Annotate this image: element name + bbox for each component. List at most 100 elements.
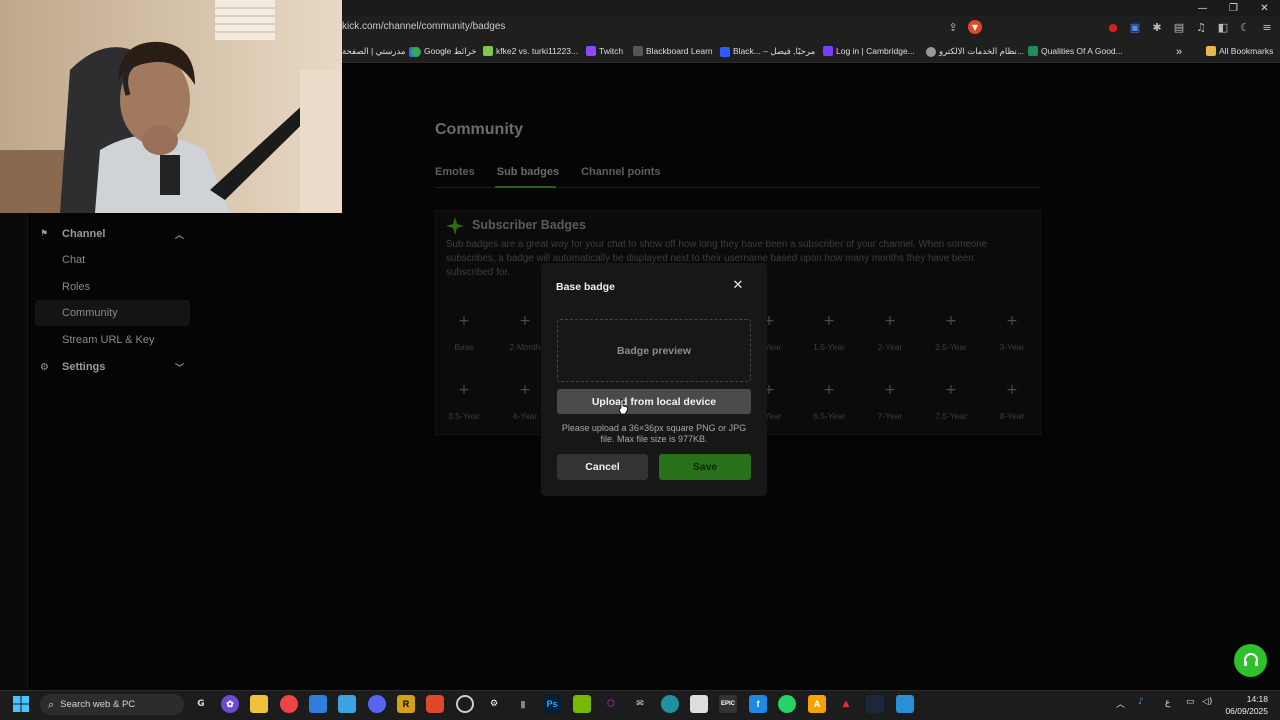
sidebar-item-channel[interactable]: ⚑ Channel ︿ xyxy=(40,227,190,241)
bookmark-item[interactable]: Black... – مرحبًا, فيصل xyxy=(720,46,815,57)
media-icon[interactable]: ♫ xyxy=(1194,20,1208,34)
tab-sub-badges[interactable]: Sub badges xyxy=(497,166,559,178)
bookmark-item[interactable]: Twitch xyxy=(586,46,623,56)
badge-slot[interactable]: +1.5-Year xyxy=(799,312,859,352)
share-icon[interactable]: ⇪ xyxy=(946,20,960,34)
microphone-icon[interactable]: ♪ xyxy=(1138,697,1144,707)
sidebar-item-chat[interactable]: Chat xyxy=(62,254,85,266)
rockstar-icon[interactable]: R xyxy=(397,695,415,713)
bookmark-item[interactable]: Qualities Of A Good... xyxy=(1028,46,1123,56)
clock-app-icon[interactable] xyxy=(456,695,474,713)
upload-hint: Please upload a 36×36px square PNG or JP… xyxy=(561,423,747,444)
warning-app-icon[interactable]: ▲ xyxy=(837,695,855,713)
chevron-up-icon: ︿ xyxy=(175,230,185,241)
plus-icon: + xyxy=(519,382,531,398)
sidebar-item-roles[interactable]: Roles xyxy=(62,281,90,293)
bookmark-item[interactable]: Google خرائط xyxy=(411,46,477,57)
steam-icon[interactable]: ⚙ xyxy=(485,695,503,713)
badge-slot-label: 2-Year xyxy=(877,342,903,352)
badge-slot[interactable]: +8-Year xyxy=(982,381,1042,421)
badge-slot[interactable]: +3-Year xyxy=(982,312,1042,352)
discord-icon[interactable] xyxy=(368,695,386,713)
sidebar-item-stream-url-key[interactable]: Stream URL & Key xyxy=(62,334,155,346)
ublock-icon[interactable]: ● xyxy=(1106,20,1120,34)
nvidia-icon[interactable] xyxy=(573,695,591,713)
tray-chevron-up-icon[interactable]: ︿ xyxy=(1116,697,1125,710)
hand-cursor-icon xyxy=(619,399,628,414)
photos-icon[interactable] xyxy=(690,695,708,713)
all-bookmarks-button[interactable]: All Bookmarks xyxy=(1206,46,1273,56)
badge-preview: Badge preview xyxy=(557,319,751,382)
page-title: Community xyxy=(435,121,523,138)
sidebar-item-community[interactable]: Community xyxy=(35,300,190,326)
restore-button[interactable]: ❐ xyxy=(1218,0,1249,16)
chevron-down-icon: ﹀ xyxy=(175,363,185,374)
edge-icon[interactable] xyxy=(661,695,679,713)
epic-games-icon[interactable]: EPIC xyxy=(719,695,737,713)
translate-icon[interactable]: ▣ xyxy=(1128,20,1142,34)
bookmark-item[interactable]: kfke2 vs. turki11223... xyxy=(483,46,578,56)
badge-slot-label: 1.5-Year xyxy=(813,342,845,352)
close-window-button[interactable]: ✕ xyxy=(1249,0,1280,16)
file-explorer-icon[interactable] xyxy=(250,695,268,713)
copilot-icon[interactable]: G xyxy=(192,695,210,713)
windows-start-icon[interactable] xyxy=(13,696,29,712)
app-icon[interactable]: ▮ xyxy=(514,695,532,713)
facebook-icon[interactable]: f xyxy=(749,695,767,713)
tab-channel-points[interactable]: Channel points xyxy=(581,166,660,178)
plus-icon: + xyxy=(823,382,835,398)
chrome-icon[interactable] xyxy=(280,695,298,713)
store-icon[interactable] xyxy=(309,695,327,713)
minimize-button[interactable]: — xyxy=(1187,0,1218,16)
modal-title: Base badge xyxy=(556,281,615,293)
badge-slot-label: 3-Year xyxy=(999,342,1025,352)
brave-icon[interactable] xyxy=(426,695,444,713)
plus-icon: + xyxy=(945,313,957,329)
badge-slot-label: 6.5-Year xyxy=(813,411,845,421)
badge-slot[interactable]: +2.5-Year xyxy=(921,312,981,352)
badge-slot[interactable]: + Base xyxy=(434,312,494,352)
extensions-puzzle-icon[interactable]: ✱ xyxy=(1150,20,1164,34)
mail-icon[interactable]: ✉ xyxy=(631,695,649,713)
cancel-button[interactable]: Cancel xyxy=(557,454,648,480)
plus-icon: + xyxy=(884,313,896,329)
photoshop-icon[interactable]: Ps xyxy=(543,695,561,713)
url-field[interactable]: kick.com/channel/community/badges xyxy=(342,21,505,32)
headset-icon xyxy=(1243,652,1258,666)
bookmark-item[interactable]: نظام الخدمات الالكترو... xyxy=(926,46,1024,57)
language-indicator[interactable]: ع xyxy=(1165,697,1170,708)
badge-slot[interactable]: +3.5-Year xyxy=(434,381,494,421)
support-chat-button[interactable] xyxy=(1234,644,1267,677)
badge-slot-label: 7.5-Year xyxy=(935,411,967,421)
badge-slot[interactable]: +2-Year xyxy=(860,312,920,352)
badge-slot[interactable]: +7-Year xyxy=(860,381,920,421)
bookmark-item[interactable]: مدرستي | الصفحة xyxy=(342,46,419,57)
tab-emotes[interactable]: Emotes xyxy=(435,166,475,178)
upload-button[interactable]: Upload from local device xyxy=(557,389,751,414)
app-blue-icon[interactable] xyxy=(896,695,914,713)
volume-icon[interactable]: ◁) xyxy=(1202,697,1212,707)
taskbar-search[interactable]: ⌕ Search web & PC xyxy=(40,694,184,715)
bookmark-item[interactable]: Log in | Cambridge... xyxy=(823,46,915,56)
app-flower-icon[interactable]: ✿ xyxy=(221,695,239,713)
leo-icon[interactable]: ☾ xyxy=(1238,20,1252,34)
notepad-icon[interactable] xyxy=(338,695,356,713)
save-button[interactable]: Save xyxy=(659,454,751,480)
badge-slot[interactable]: +6.5-Year xyxy=(799,381,859,421)
whatsapp-icon[interactable] xyxy=(778,695,796,713)
sidebar-item-settings[interactable]: ⚙ Settings ﹀ xyxy=(40,360,190,374)
badge-slot[interactable]: +7.5-Year xyxy=(921,381,981,421)
bookmarks-overflow-button[interactable]: » xyxy=(1176,46,1182,58)
sidebar-toggle-icon[interactable]: ◧ xyxy=(1216,20,1230,34)
menu-icon[interactable]: ≡ xyxy=(1260,20,1274,34)
close-icon[interactable]: ✕ xyxy=(731,279,745,293)
badge-slot-label: 3.5-Year xyxy=(448,411,480,421)
steam-client-icon[interactable] xyxy=(866,695,884,713)
taskbar-clock[interactable]: 14:18 06/09/2025 xyxy=(1222,693,1268,717)
bookmark-item[interactable]: Blackboard Learn xyxy=(633,46,713,56)
brave-shield-icon[interactable]: ▼ xyxy=(968,20,982,34)
app-hex-icon[interactable]: ⬡ xyxy=(602,695,620,713)
app-a-icon[interactable]: A xyxy=(808,695,826,713)
sidepanel-icon[interactable]: ▤ xyxy=(1172,20,1186,34)
network-icon[interactable]: ▭ xyxy=(1186,697,1195,707)
